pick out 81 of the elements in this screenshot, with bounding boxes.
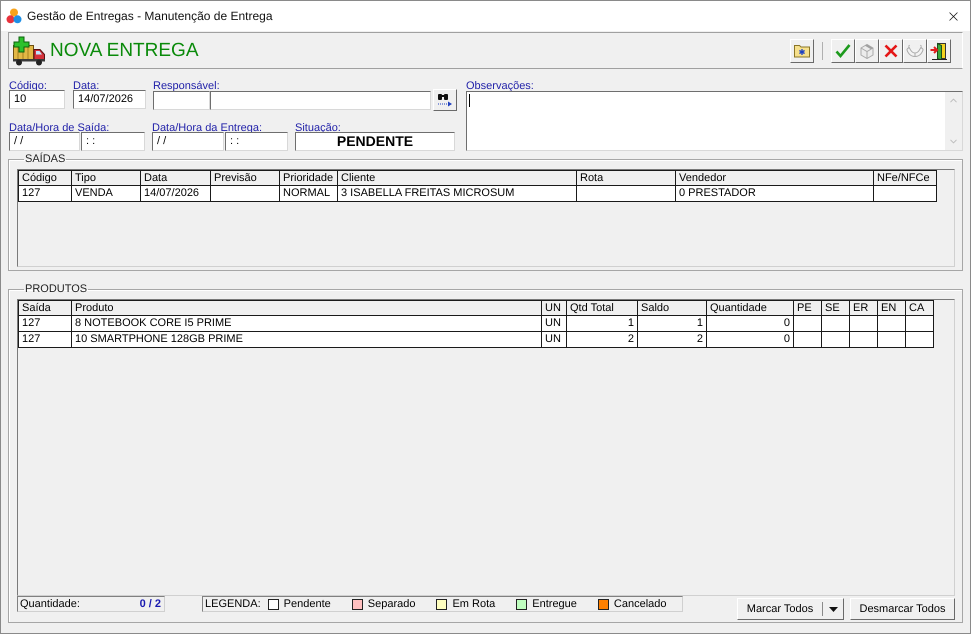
field-label: Data/Hora da Entrega: <box>152 122 262 134</box>
table-cell: NORMAL <box>280 186 338 202</box>
departure-date-field[interactable]: / / <box>9 132 80 151</box>
legend-item: Pendente <box>284 597 331 611</box>
legend-item: Cancelado <box>614 597 667 611</box>
data-grid[interactable]: Código Tipo Data Previsão Prioridade Cliente Rota Vendedor NFe/NFCe 127 VENDA 14/07/2026 NORMAL 3 ISABELLA FREITAS MICROSUM 0 PRESTADOR <box>17 169 955 267</box>
quantity-label: Quantidade: <box>20 597 80 611</box>
table-cell: 127 <box>19 186 72 202</box>
delivery-time-field[interactable]: : : <box>225 132 288 151</box>
column-header: NFe/NFCe <box>874 170 937 186</box>
column-header: Qtd Total <box>567 300 638 316</box>
table-cell: 0 <box>707 332 794 348</box>
responsible-code-field[interactable] <box>153 91 210 110</box>
column-header: Vendedor <box>676 170 874 186</box>
cupped-hands-icon <box>906 44 924 58</box>
legend-item: Separado <box>368 597 416 611</box>
exit-door-icon <box>930 42 948 60</box>
box-icon <box>859 42 875 58</box>
table-cell: 3 ISABELLA FREITAS MICROSUM <box>338 186 577 202</box>
data-grid[interactable]: Saída Produto UN Qtd Total Saldo Quantidade PE SE ER EN CA 127 8 NOTEBOOK CORE I5 PRIME UN 1 1 0 127 10 SMARTPHONE 128GB PRIME UN 2 2 0 <box>17 299 955 596</box>
legend-item: Entregue <box>532 597 577 611</box>
column-header: Código <box>19 170 72 186</box>
table-cell: VENDA <box>72 186 141 202</box>
column-header: ER <box>850 300 878 316</box>
column-header: Cliente <box>338 170 577 186</box>
table-cell: UN <box>542 332 567 348</box>
column-header: UN <box>542 300 567 316</box>
checkmark-icon <box>835 44 851 58</box>
legend-item: Em Rota <box>452 597 496 611</box>
table-row[interactable]: 127 8 NOTEBOOK CORE I5 PRIME UN 1 1 0 <box>18 316 934 332</box>
folder-icon <box>794 44 810 58</box>
field-label: Data: <box>73 80 100 92</box>
departure-time-field[interactable]: : : <box>81 132 145 151</box>
truck-icon <box>12 36 46 66</box>
notes-field[interactable] <box>466 91 963 151</box>
table-cell: 10 SMARTPHONE 128GB PRIME <box>72 332 542 348</box>
column-header: SE <box>822 300 850 316</box>
table-row[interactable]: 127 VENDA 14/07/2026 NORMAL 3 ISABELLA FREITAS MICROSUM 0 PRESTADOR <box>18 186 937 202</box>
table-cell: 0 PRESTADOR <box>676 186 874 202</box>
binoculars-icon <box>437 93 453 107</box>
column-header: Quantidade <box>707 300 794 316</box>
delivery-date-field[interactable]: / / <box>152 132 224 151</box>
column-header: Saída <box>19 300 72 316</box>
table-cell: 14/07/2026 <box>141 186 211 202</box>
caret-down-icon <box>828 606 838 612</box>
column-header: Produto <box>72 300 542 316</box>
window-title: Gestão de Entregas - Manutenção de Entrega <box>27 8 272 25</box>
column-header: CA <box>906 300 934 316</box>
responsible-name-field[interactable] <box>210 91 431 110</box>
field-label: Observações: <box>466 80 534 92</box>
column-header: Saldo <box>638 300 707 316</box>
app-logo-icon <box>6 8 22 24</box>
field-label: Responsável: <box>153 80 220 92</box>
mark-all-button[interactable]: Marcar Todos <box>737 598 844 620</box>
column-header: PE <box>794 300 822 316</box>
search-button[interactable] <box>433 89 457 111</box>
column-header: Data <box>141 170 211 186</box>
quantity-value: 0 / 2 <box>140 597 162 611</box>
toolbar-button[interactable] <box>927 38 951 62</box>
form-title: NOVA ENTREGA <box>50 40 199 62</box>
date-field[interactable]: 14/07/2026 <box>73 90 146 109</box>
column-header: Rota <box>577 170 676 186</box>
cross-icon <box>884 44 898 58</box>
unmark-all-button[interactable]: Desmarcar Todos <box>850 598 955 620</box>
table-cell: 2 <box>567 332 638 348</box>
field-label: Data/Hora de Saída: <box>9 122 110 134</box>
toolbar-button[interactable] <box>790 38 814 62</box>
group-title: PRODUTOS <box>24 283 88 296</box>
column-header: Tipo <box>72 170 141 186</box>
column-header: Previsão <box>211 170 280 186</box>
column-header: EN <box>878 300 906 316</box>
table-row[interactable]: 127 10 SMARTPHONE 128GB PRIME UN 2 2 0 <box>18 332 934 348</box>
column-header: Prioridade <box>280 170 338 186</box>
group-title: SAÍDAS <box>24 153 66 166</box>
legend-label: LEGENDA: <box>205 597 261 611</box>
table-cell: 127 <box>19 332 72 348</box>
status-field: PENDENTE <box>295 132 455 151</box>
table-cell: 2 <box>638 332 707 348</box>
field-label: Situação: <box>295 122 341 134</box>
code-field[interactable]: 10 <box>9 90 65 109</box>
field-label: Código: <box>9 80 47 92</box>
